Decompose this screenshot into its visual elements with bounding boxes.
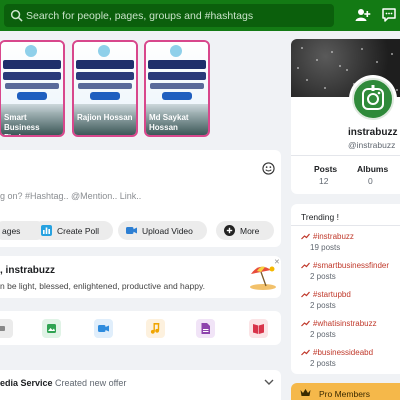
greeting-card <box>0 256 281 298</box>
feed-action: Created new offer <box>52 378 127 388</box>
trending-hashtag[interactable]: #startupbd <box>301 290 351 299</box>
search-icon <box>10 9 23 22</box>
story-author: Md Saykat Hossan <box>149 113 189 132</box>
file-icon <box>201 323 210 334</box>
search-bar[interactable] <box>4 4 334 27</box>
story-author: Rajion Hossan <box>77 113 133 122</box>
trending-up-icon <box>301 320 310 327</box>
video-icon <box>98 325 109 332</box>
trending-count: 2 posts <box>310 301 336 310</box>
trending-title: Trending ! <box>301 212 339 222</box>
more-button[interactable]: More <box>216 221 274 240</box>
story-card[interactable]: Smart Business Finder <box>0 40 65 137</box>
beach-umbrella-icon <box>250 266 276 290</box>
instrabuzz-logo-icon <box>362 85 384 110</box>
image-icon <box>47 324 56 333</box>
trending-up-icon <box>301 262 310 269</box>
upload-video-button[interactable]: Upload Video <box>118 221 207 240</box>
stat-posts-label[interactable]: Posts <box>314 164 337 174</box>
person-plus-icon[interactable] <box>355 7 371 23</box>
stat-albums-label[interactable]: Albums <box>357 164 388 174</box>
profile-name[interactable]: instrabuzz <box>348 127 397 138</box>
book-button[interactable] <box>249 319 268 338</box>
trending-hashtag[interactable]: #instrabuzz <box>301 232 354 241</box>
trending-hashtag[interactable]: #smartbusinessfinder <box>301 261 389 270</box>
trending-count: 19 posts <box>310 243 341 252</box>
file-button[interactable] <box>196 319 215 338</box>
video-icon <box>126 227 137 234</box>
trending-count: 2 posts <box>310 330 336 339</box>
book-icon <box>253 324 264 334</box>
music-note-icon <box>150 323 160 334</box>
poll-icon <box>41 225 52 236</box>
video-button[interactable] <box>94 319 113 338</box>
stat-albums-value: 0 <box>368 176 373 186</box>
image-button[interactable] <box>42 319 61 338</box>
story-card[interactable]: Rajion Hossan <box>72 40 138 137</box>
story-image <box>146 42 208 112</box>
crown-icon <box>300 389 311 396</box>
trending-up-icon <box>301 349 310 356</box>
composer-input[interactable]: g on? #Hashtag.. @Mention.. Link.. <box>0 191 141 201</box>
audio-button[interactable] <box>146 319 165 338</box>
more-icon <box>224 225 235 236</box>
story-card[interactable]: Md Saykat Hossan <box>144 40 210 137</box>
gif-button[interactable] <box>0 319 13 338</box>
story-author: Smart Business Finder <box>4 113 40 135</box>
trending-count: 2 posts <box>310 359 336 368</box>
trending-up-icon <box>301 233 310 240</box>
trending-count: 2 posts <box>310 272 336 281</box>
top-navigation-bar <box>0 0 400 31</box>
emoji-icon[interactable] <box>262 162 275 175</box>
greeting-message: n be light, blessed, enlightened, produc… <box>0 281 205 291</box>
gif-icon <box>0 326 5 331</box>
profile-handle: @instrabuzz <box>348 140 396 150</box>
trending-hashtag[interactable]: #businessideabd <box>301 348 373 357</box>
pro-members-label: Pro Members <box>319 389 371 399</box>
greeting-title: , instrabuzz <box>0 265 56 276</box>
search-input[interactable] <box>26 6 326 25</box>
trending-up-icon <box>301 291 310 298</box>
feed-author[interactable]: edia Service <box>0 378 53 388</box>
feed-item-text: edia Service Created new offer <box>0 378 126 388</box>
divider <box>291 155 400 156</box>
create-poll-button[interactable]: Create Poll <box>33 221 113 240</box>
avatar[interactable] <box>352 78 394 120</box>
chevron-down-icon[interactable] <box>264 378 274 386</box>
stat-posts-value: 12 <box>319 176 329 186</box>
story-image <box>74 42 136 112</box>
divider <box>291 225 400 226</box>
chat-bubble-icon[interactable] <box>381 7 397 23</box>
trending-hashtag[interactable]: #whatisinstrabuzz <box>301 319 377 328</box>
story-image <box>1 42 63 112</box>
